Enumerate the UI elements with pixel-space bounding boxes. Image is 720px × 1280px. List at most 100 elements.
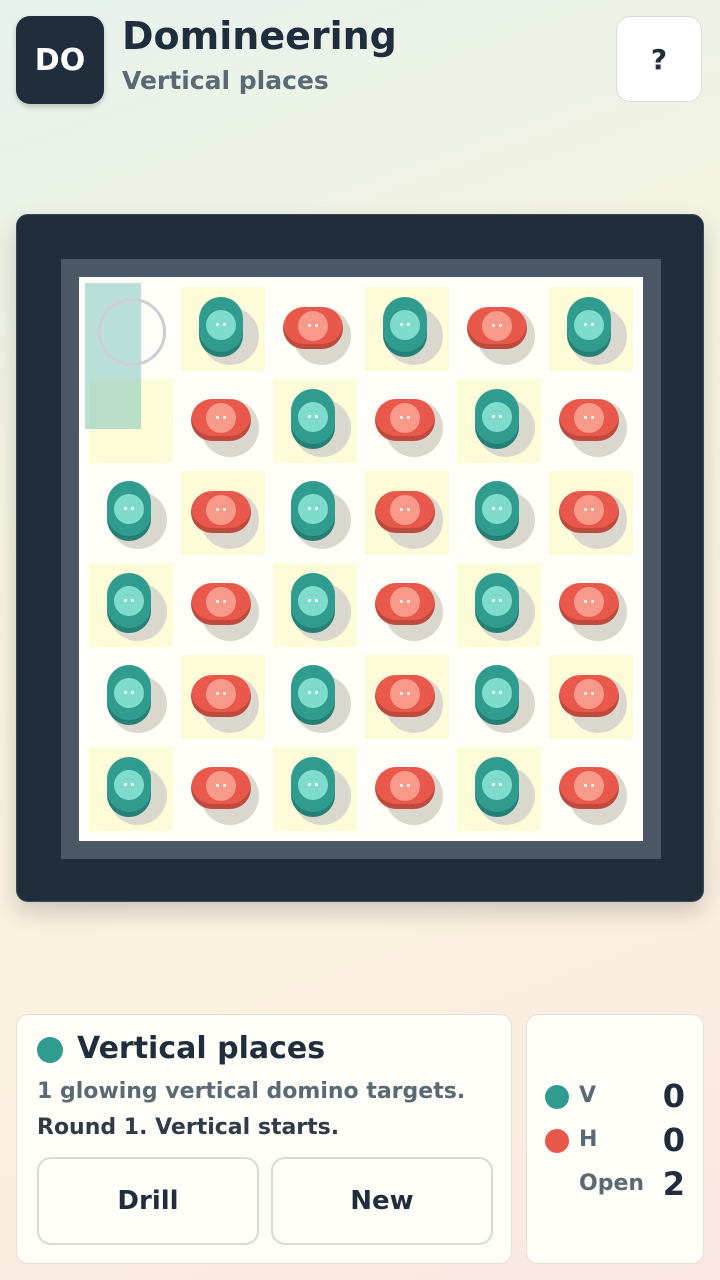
vertical-piece (383, 297, 427, 357)
score-row-vertical: V 0 (545, 1077, 685, 1117)
board-cell[interactable] (89, 747, 173, 831)
vertical-piece (291, 389, 335, 449)
piece-face-icon (298, 678, 328, 708)
board-cell[interactable] (273, 563, 357, 647)
status-title: Vertical places (77, 1031, 326, 1066)
board-inner (61, 259, 661, 859)
board-cell[interactable] (457, 563, 541, 647)
vertical-piece (291, 665, 335, 725)
board-cell[interactable] (457, 655, 541, 739)
board-cell[interactable] (273, 747, 357, 831)
piece-face-icon (206, 310, 236, 340)
board-cell[interactable] (549, 379, 633, 463)
vertical-piece (199, 297, 243, 357)
board-cell[interactable] (273, 655, 357, 739)
vertical-piece (567, 297, 611, 357)
horizontal-piece (559, 583, 619, 625)
drill-button[interactable]: Drill (37, 1157, 259, 1245)
board-cell[interactable] (365, 287, 449, 371)
board-cell[interactable] (549, 655, 633, 739)
board-cell[interactable] (181, 655, 265, 739)
board-cell[interactable] (457, 747, 541, 831)
board-cell[interactable] (181, 747, 265, 831)
vertical-dot (545, 1085, 569, 1109)
vertical-label: V (579, 1083, 597, 1108)
vertical-piece (107, 757, 151, 817)
board-cell[interactable] (89, 563, 173, 647)
vertical-piece (475, 665, 519, 725)
board-cell[interactable] (457, 287, 541, 371)
vertical-piece (291, 757, 335, 817)
board-cell[interactable] (273, 379, 357, 463)
piece-face-icon (574, 403, 604, 433)
status-panel: Vertical places 1 glowing vertical domin… (16, 1014, 512, 1264)
board-cell[interactable] (549, 747, 633, 831)
board-cell[interactable] (273, 287, 357, 371)
vertical-piece (475, 757, 519, 817)
piece-face-icon (482, 494, 512, 524)
vertical-piece (475, 389, 519, 449)
piece-face-icon (206, 403, 236, 433)
vertical-piece (107, 481, 151, 541)
horizontal-piece (375, 767, 435, 809)
horizontal-piece (191, 491, 251, 533)
piece-face-icon (574, 679, 604, 709)
board-cell[interactable] (549, 563, 633, 647)
board-cell[interactable] (273, 471, 357, 555)
horizontal-piece (559, 491, 619, 533)
board-cell[interactable] (181, 563, 265, 647)
open-label: Open (579, 1171, 645, 1196)
score-row-horizontal: H 0 (545, 1121, 685, 1161)
horizontal-piece (559, 399, 619, 441)
board-cell[interactable] (89, 655, 173, 739)
page-subtitle: Vertical places (122, 66, 329, 95)
vertical-score: 0 (662, 1077, 685, 1115)
app-logo: DO (16, 16, 104, 104)
horizontal-label: H (579, 1127, 598, 1152)
board-cell[interactable] (457, 471, 541, 555)
game-board (16, 214, 704, 902)
piece-face-icon (482, 586, 512, 616)
horizontal-score: 0 (662, 1121, 685, 1159)
piece-face-icon (482, 770, 512, 800)
piece-face-icon (482, 678, 512, 708)
status-hint: 1 glowing vertical domino targets. (37, 1079, 466, 1104)
piece-face-icon (482, 402, 512, 432)
vertical-piece (107, 573, 151, 633)
board-cell[interactable] (365, 563, 449, 647)
board-cell[interactable] (365, 747, 449, 831)
horizontal-piece (191, 399, 251, 441)
piece-face-icon (114, 770, 144, 800)
piece-face-icon (390, 587, 420, 617)
horizontal-piece (375, 675, 435, 717)
piece-face-icon (206, 587, 236, 617)
vertical-piece (107, 665, 151, 725)
board-cell[interactable] (365, 379, 449, 463)
vertical-piece (475, 573, 519, 633)
piece-face-icon (114, 678, 144, 708)
vertical-piece (291, 573, 335, 633)
score-row-open: Open 2 (545, 1165, 685, 1205)
piece-face-icon (482, 311, 512, 341)
horizontal-dot (545, 1129, 569, 1153)
piece-face-icon (390, 310, 420, 340)
piece-face-icon (298, 586, 328, 616)
board-cell[interactable] (181, 287, 265, 371)
piece-face-icon (206, 679, 236, 709)
horizontal-piece (559, 675, 619, 717)
new-game-button[interactable]: New (271, 1157, 493, 1245)
board-cell[interactable] (457, 379, 541, 463)
piece-face-icon (390, 403, 420, 433)
board-cell[interactable] (365, 471, 449, 555)
vertical-player-dot (37, 1037, 63, 1063)
board-cell[interactable] (89, 471, 173, 555)
board-cell[interactable] (365, 655, 449, 739)
board-cell[interactable] (181, 379, 265, 463)
board-cell[interactable] (181, 471, 265, 555)
help-button[interactable]: ? (616, 16, 702, 102)
board-cell[interactable] (549, 471, 633, 555)
status-round: Round 1. Vertical starts. (37, 1115, 340, 1140)
open-count: 2 (662, 1165, 685, 1203)
horizontal-piece (191, 675, 251, 717)
board-cell[interactable] (549, 287, 633, 371)
